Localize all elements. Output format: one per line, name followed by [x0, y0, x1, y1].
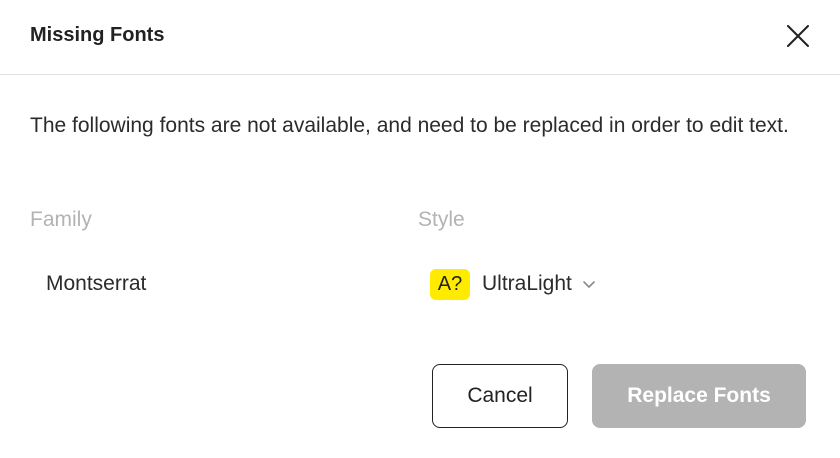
dialog-title: Missing Fonts [30, 24, 165, 46]
font-family-name: Montserrat [46, 272, 147, 295]
font-style-value: UltraLight [482, 272, 572, 295]
cancel-button[interactable]: Cancel [432, 364, 568, 428]
replace-fonts-button[interactable]: Replace Fonts [592, 364, 806, 428]
missing-fonts-dialog: Missing Fonts The following fonts are no… [0, 0, 840, 458]
missing-font-badge: A? [430, 268, 470, 300]
dialog-header: Missing Fonts [0, 0, 840, 75]
column-header-family: Family [30, 208, 92, 231]
chevron-down-icon [582, 277, 596, 291]
close-icon [787, 25, 809, 47]
font-style-dropdown[interactable]: A? UltraLight [430, 267, 596, 301]
dialog-message: The following fonts are not available, a… [30, 114, 789, 137]
close-button[interactable] [778, 16, 818, 56]
column-header-style: Style [418, 208, 465, 231]
